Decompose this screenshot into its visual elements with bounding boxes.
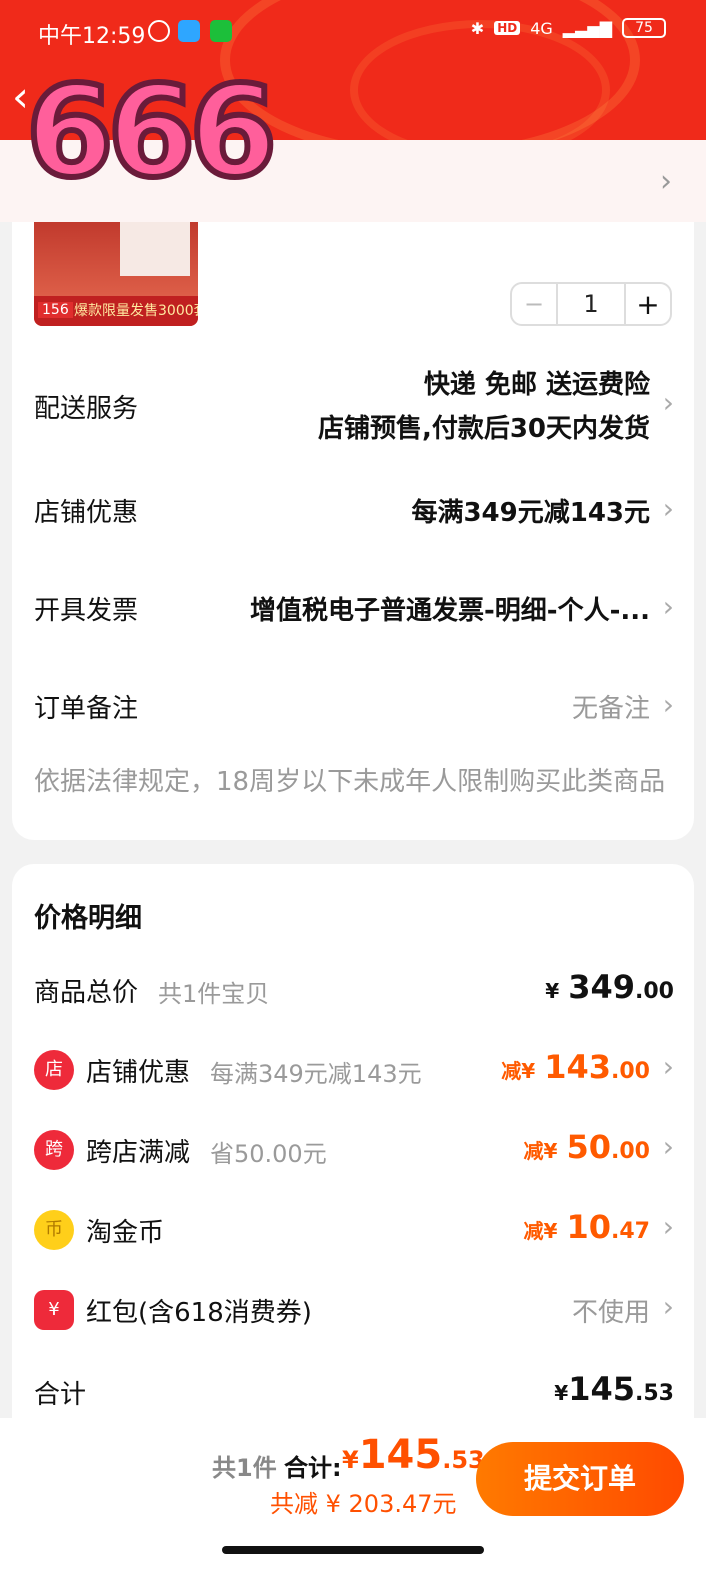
quantity-stepper[interactable]: − 1 + [510, 282, 672, 326]
age-notice: 依据法律规定，18周岁以下未成年人限制购买此类商品 [34, 767, 666, 797]
product-thumbnail[interactable]: 爆款限量发售3000套 156 [34, 222, 198, 326]
submit-order-button[interactable]: 提交订单 [476, 1442, 684, 1516]
invoice-label: 开具发票 [34, 596, 139, 626]
price-label: 淘金币 [86, 1218, 165, 1248]
chevron-right-icon: › [662, 492, 674, 525]
delivery-line2: 店铺预售,付款后30天内发货 [317, 414, 650, 444]
price-amount: 减¥ 10.47 [523, 1208, 651, 1246]
chevron-right-icon: › [660, 164, 672, 199]
sticker-text: 666 [23, 55, 280, 208]
network-label: 4G [530, 18, 553, 38]
remark-row[interactable]: 订单备注 无备注 › [34, 688, 674, 728]
cross-store-icon: 跨 [34, 1130, 74, 1170]
invoice-value: 增值税电子普通发票-明细-个人-... [249, 596, 650, 626]
price-label: 跨店满减 [86, 1138, 191, 1168]
price-row-red-packet[interactable]: ¥ 红包(含618消费券) 不使用 › [34, 1288, 674, 1332]
chevron-right-icon: › [662, 1290, 674, 1323]
shop-discount-label: 店铺优惠 [34, 498, 139, 528]
shop-discount-value: 每满349元减143元 [411, 498, 650, 528]
delivery-row[interactable]: 配送服务 快递 免邮 送运费险 店铺预售,付款后30天内发货 › [34, 364, 674, 454]
price-label: 合计 [34, 1380, 87, 1410]
price-row-coins[interactable]: 币 淘金币 减¥ 10.47 › [34, 1208, 674, 1252]
gold-coin-icon: 币 [34, 1210, 74, 1250]
delivery-line1: 快递 免邮 送运费险 [423, 370, 650, 400]
price-amount: ¥145.53 [554, 1370, 674, 1408]
red-packet-value: 不使用 [571, 1298, 650, 1328]
thumb-panel [120, 222, 190, 276]
price-label: 店铺优惠 [86, 1058, 191, 1088]
shop-icon: 店 [34, 1050, 74, 1090]
checkout-bar: 共1件 合计: ¥145.53 共减 ¥ 203.47元 提交订单 [0, 1418, 706, 1569]
total-label: 合计: [284, 1454, 342, 1482]
item-count: 共1件 [212, 1454, 277, 1482]
saved-amount: 共减 ¥ 203.47元 [270, 1490, 457, 1518]
price-row-sum: 合计 ¥145.53 [34, 1370, 674, 1414]
chevron-right-icon: › [662, 1050, 674, 1083]
signal-icon: ▂▃▅▇ [562, 18, 612, 38]
status-bar: 中午12:59 ✱ HD 4G ▂▃▅▇ 75 [0, 12, 706, 52]
price-sub: 共1件宝贝 [158, 980, 270, 1008]
chevron-right-icon: › [662, 1210, 674, 1243]
battery-icon: 75 [622, 18, 666, 38]
chevron-right-icon: › [662, 1130, 674, 1163]
plus-button[interactable]: + [624, 284, 670, 324]
price-label: 红包(含618消费券) [86, 1298, 312, 1328]
price-sub: 省50.00元 [210, 1140, 327, 1168]
delivery-label: 配送服务 [34, 394, 139, 424]
price-amount: ¥ 349.00 [545, 968, 674, 1006]
wechat-icon [210, 20, 232, 42]
price-label: 商品总价 [34, 978, 139, 1008]
quantity-value[interactable]: 1 [558, 284, 624, 324]
price-amount: 减¥ 143.00 [501, 1048, 650, 1086]
alarm-icon [148, 20, 170, 42]
total-amount: ¥145.53 [342, 1432, 485, 1478]
invoice-row[interactable]: 开具发票 增值税电子普通发票-明细-个人-... › [34, 590, 674, 630]
thumb-badge: 156 [38, 302, 73, 318]
price-row-cross-store[interactable]: 跨 跨店满减 省50.00元 减¥ 50.00 › [34, 1128, 674, 1172]
price-row-total: 商品总价 共1件宝贝 ¥ 349.00 [34, 968, 674, 1012]
chevron-right-icon: › [662, 590, 674, 623]
red-packet-icon: ¥ [34, 1290, 74, 1330]
order-card: 爆款限量发售3000套 156 − 1 + 配送服务 快递 免邮 送运费险 店铺… [12, 222, 694, 840]
bluetooth-icon: ✱ [470, 18, 485, 38]
666-sticker: 666 [23, 55, 280, 228]
hd-icon: HD [494, 21, 521, 35]
remark-label: 订单备注 [34, 694, 139, 724]
price-amount: 减¥ 50.00 [523, 1128, 651, 1166]
price-title: 价格明细 [34, 903, 142, 934]
price-card: 价格明细 商品总价 共1件宝贝 ¥ 349.00 店 店铺优惠 每满349元减1… [12, 864, 694, 1424]
chevron-right-icon: › [662, 386, 674, 419]
price-row-shop-discount[interactable]: 店 店铺优惠 每满349元减143元 减¥ 143.00 › [34, 1048, 674, 1092]
chevron-right-icon: › [662, 688, 674, 721]
status-time: 中午12:59 [38, 24, 146, 49]
price-sub: 每满349元减143元 [210, 1060, 422, 1088]
remark-value: 无备注 [571, 694, 650, 724]
minus-button[interactable]: − [512, 284, 558, 324]
shop-discount-row[interactable]: 店铺优惠 每满349元减143元 › [34, 492, 674, 532]
home-indicator[interactable] [222, 1546, 484, 1554]
message-app-icon [178, 20, 200, 42]
